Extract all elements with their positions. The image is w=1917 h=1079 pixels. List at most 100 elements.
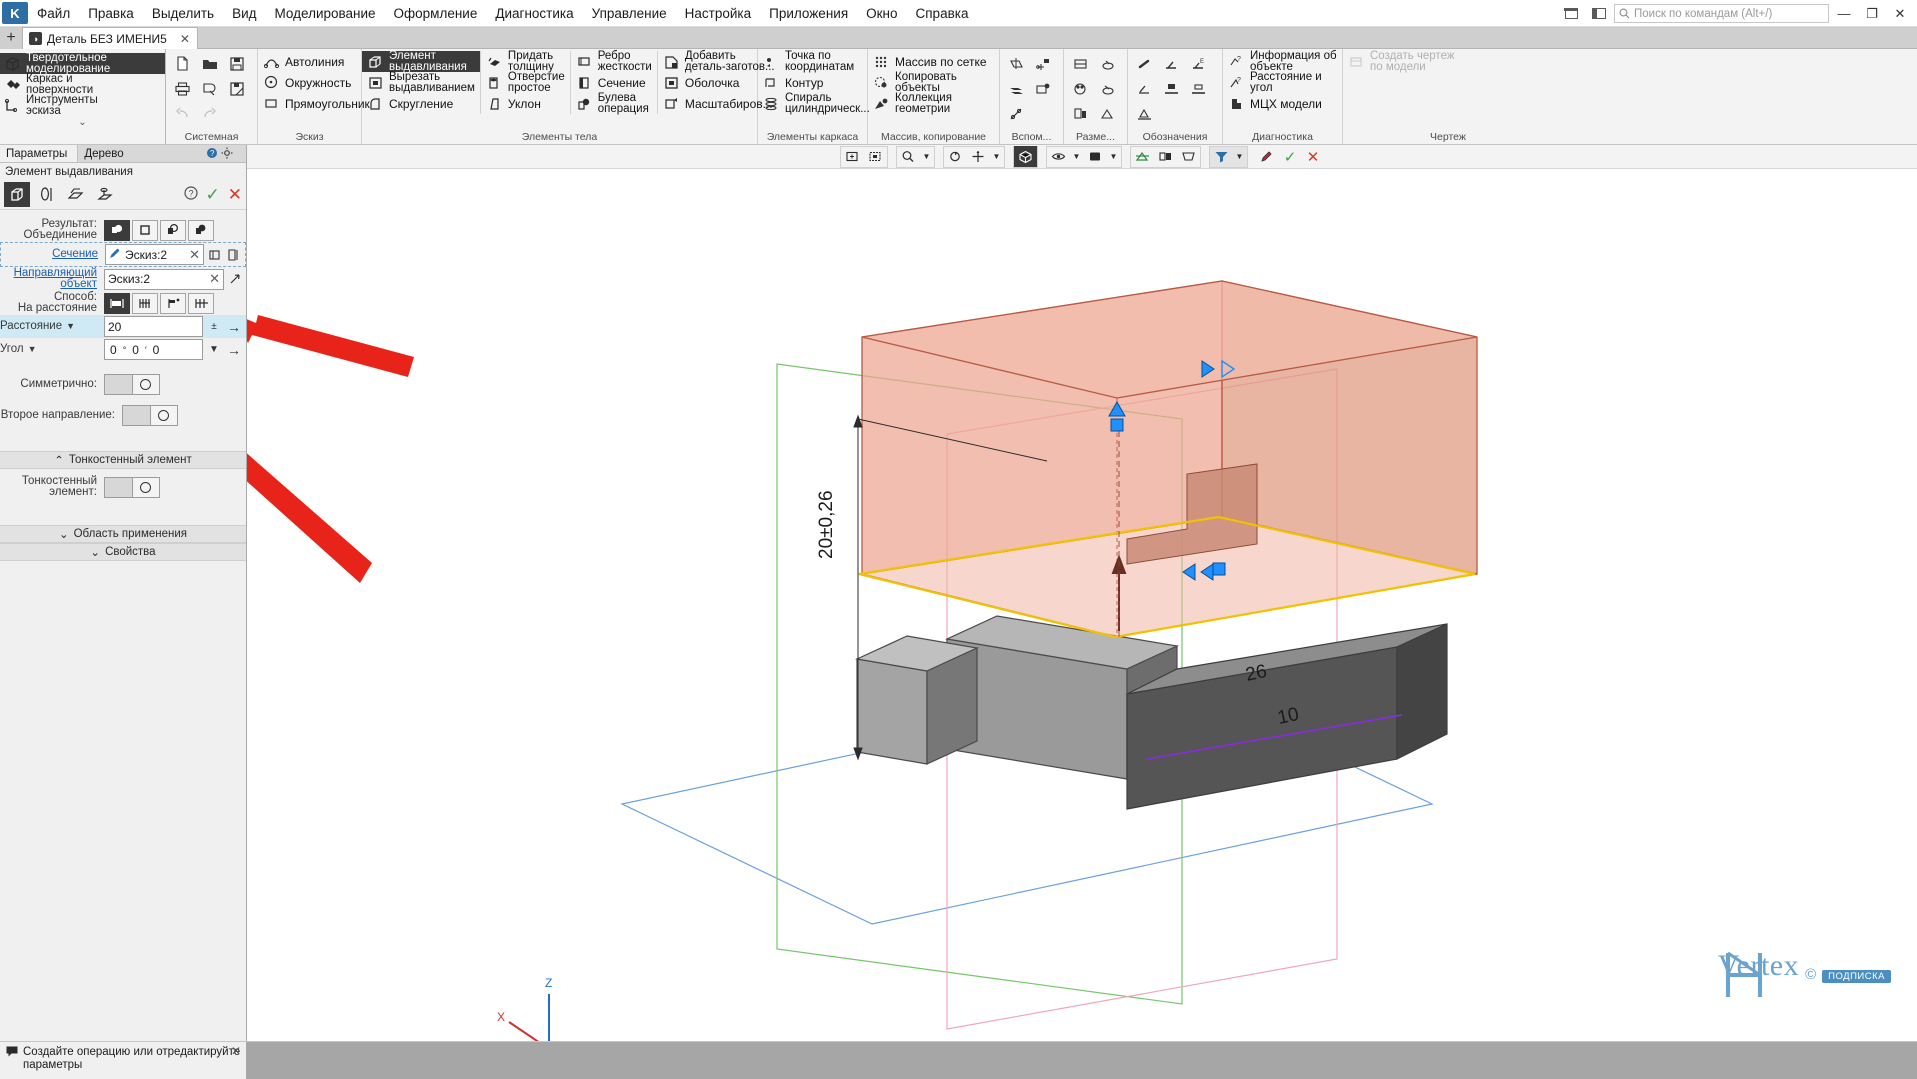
save-as-icon[interactable] xyxy=(223,76,250,101)
symmetric-toggle[interactable] xyxy=(104,374,160,395)
help-question-icon[interactable]: ? xyxy=(183,186,198,203)
ribbon-mode-tab-2[interactable]: Инструменты эскиза xyxy=(0,95,165,116)
simplify-icon[interactable] xyxy=(1154,146,1177,167)
tab-parameters[interactable]: Параметры xyxy=(0,145,78,162)
cancel-cross-icon[interactable]: ✕ xyxy=(228,185,242,205)
aux-lcs-icon[interactable] xyxy=(1030,76,1057,101)
menu-item-3[interactable]: Вид xyxy=(223,3,265,24)
clear-section-icon[interactable]: ✕ xyxy=(189,247,200,263)
sweep-mode-icon[interactable] xyxy=(91,182,117,207)
thin-wall-toggle[interactable] xyxy=(104,476,160,498)
section-properties[interactable]: ⌄ Свойства xyxy=(0,543,246,561)
new-document-tab-button[interactable]: + xyxy=(0,27,22,49)
menu-item-1[interactable]: Правка xyxy=(79,3,143,24)
ribbon-item-distance-angle[interactable]: ? Расстояние и угол xyxy=(1223,72,1342,93)
angle-input[interactable]: 0 ° 0 ′ 0 xyxy=(104,339,203,360)
distance-label[interactable]: Расстояние ▼ xyxy=(0,320,100,332)
filter-dropdown-icon[interactable]: ▼ xyxy=(1233,146,1247,167)
menu-item-0[interactable]: Файл xyxy=(28,3,79,24)
ribbon-item-simple-hole[interactable]: Отверстие простое xyxy=(481,72,570,93)
menu-item-9[interactable]: Приложения xyxy=(760,3,857,24)
distance-stepper-icon[interactable]: ± xyxy=(206,316,222,337)
ribbon-item-cut-extrude[interactable]: Вырезать выдавливанием xyxy=(362,72,480,93)
ribbon-item-extrude-element[interactable]: Элемент выдавливания xyxy=(362,51,480,72)
leader-icon[interactable] xyxy=(1131,76,1158,101)
menu-item-4[interactable]: Моделирование xyxy=(266,3,385,24)
display-dropdown-icon[interactable]: ▼ xyxy=(1107,146,1121,167)
ribbon-mode-tab-1[interactable]: Каркас и поверхности xyxy=(0,74,165,95)
ribbon-item-contour[interactable]: Контур xyxy=(758,72,867,93)
close-icon[interactable]: ✕ xyxy=(180,32,190,46)
chevron-down-icon[interactable]: ▼ xyxy=(28,344,37,355)
hide-show-icon[interactable] xyxy=(1047,146,1070,167)
diameter-dim-icon[interactable] xyxy=(1094,76,1121,101)
second-direction-toggle[interactable] xyxy=(122,405,178,426)
guide-pick-icon[interactable] xyxy=(227,269,243,290)
document-tab[interactable]: ◑ Деталь БЕЗ ИМЕНИ5 ✕ xyxy=(22,27,198,49)
up-to-surface-icon[interactable] xyxy=(188,292,214,314)
display-mode-icon[interactable] xyxy=(1084,146,1107,167)
guide-object-label[interactable]: Направляющий объект xyxy=(0,267,100,290)
menu-item-7[interactable]: Управление xyxy=(583,3,676,24)
pan-dropdown-icon[interactable]: ▼ xyxy=(990,146,1004,167)
through-all-icon[interactable] xyxy=(132,292,158,314)
menu-item-8[interactable]: Настройка xyxy=(676,3,760,24)
menu-item-6[interactable]: Диагностика xyxy=(486,3,582,24)
ribbon-item-cylindrical-spiral[interactable]: Спираль цилиндрическ... xyxy=(758,93,870,114)
pos-label-icon[interactable] xyxy=(1158,76,1185,101)
angle-direction-icon[interactable]: → xyxy=(225,339,243,360)
linear-dim-icon[interactable] xyxy=(1067,51,1094,76)
section-view-icon[interactable] xyxy=(1131,146,1154,167)
ribbon-item-mass-properties[interactable]: МЦХ модели xyxy=(1223,93,1342,114)
rotate-mode-icon[interactable] xyxy=(33,182,59,207)
extrude-mode-icon[interactable] xyxy=(4,182,30,207)
ok-check-icon[interactable]: ✓ xyxy=(206,185,220,205)
section-application-area[interactable]: ⌄ Область применения xyxy=(0,525,246,543)
marker-e-icon[interactable]: E xyxy=(1185,51,1212,76)
surface-mark-icon[interactable] xyxy=(1131,101,1158,126)
menu-item-11[interactable]: Справка xyxy=(907,3,978,24)
radial-dim-icon[interactable] xyxy=(1067,76,1094,101)
guide-object-input[interactable]: Эскиз:2 ✕ xyxy=(104,268,224,290)
angle-label[interactable]: Угол ▼ xyxy=(0,343,100,355)
dim-auto-icon[interactable] xyxy=(1094,101,1121,126)
ribbon-item-grid-array[interactable]: Массив по сетке xyxy=(868,51,999,72)
open-document-icon[interactable] xyxy=(196,51,223,76)
angular-dim-icon[interactable] xyxy=(1094,51,1121,76)
zoom-dropdown-icon[interactable]: ▼ xyxy=(920,146,934,167)
ribbon-item-section[interactable]: Сечение xyxy=(571,72,657,93)
pan-view-icon[interactable] xyxy=(967,146,990,167)
distance-direction-icon[interactable]: → xyxy=(225,316,243,337)
ribbon-item-geometry-collection[interactable]: Коллекция геометрии xyxy=(868,93,999,114)
dim-table-icon[interactable] xyxy=(1067,101,1094,126)
ribbon-item-point-by-coordinates[interactable]: Точка по координатам xyxy=(758,51,867,72)
apply-check-icon[interactable]: ✓ xyxy=(1279,146,1302,167)
aux-offset-plane-icon[interactable] xyxy=(1003,76,1030,101)
cancel-x-icon[interactable]: ✕ xyxy=(1302,146,1325,167)
subtract-icon[interactable] xyxy=(188,219,214,241)
by-distance-icon[interactable] xyxy=(104,292,130,314)
zoom-fit-icon[interactable] xyxy=(864,146,887,167)
to-vertex-icon[interactable] xyxy=(160,292,186,314)
hide-dropdown-icon[interactable]: ▼ xyxy=(1070,146,1084,167)
menu-item-2[interactable]: Выделить xyxy=(143,3,223,24)
section-input[interactable]: Эскиз:2 ✕ xyxy=(105,244,204,265)
close-icon[interactable]: ✕ xyxy=(231,1045,241,1058)
chevron-down-icon[interactable]: ▼ xyxy=(66,321,75,332)
ribbon-item-object-info[interactable]: ? Информация об объекте xyxy=(1223,51,1342,72)
section-label[interactable]: Сечение xyxy=(1,248,101,260)
aux-axis-icon[interactable] xyxy=(1030,51,1057,76)
union-icon[interactable] xyxy=(104,219,130,241)
base-icon[interactable] xyxy=(1158,51,1185,76)
ribbon-mode-tab-0[interactable]: Твердотельное моделирование xyxy=(0,53,165,74)
roughness-icon[interactable] xyxy=(1131,51,1158,76)
section-thin-wall[interactable]: ⌃ Тонкостенный элемент xyxy=(0,451,246,469)
loft-mode-icon[interactable] xyxy=(62,182,88,207)
minimize-button[interactable]: — xyxy=(1831,3,1857,25)
new-body-icon[interactable] xyxy=(132,219,158,241)
ribbon-item-fillet[interactable]: Скругление xyxy=(362,93,480,114)
menu-item-5[interactable]: Оформление xyxy=(385,3,487,24)
zoom-window-icon[interactable] xyxy=(841,146,864,167)
magnifier-icon[interactable] xyxy=(897,146,920,167)
intersect-icon[interactable] xyxy=(160,219,186,241)
